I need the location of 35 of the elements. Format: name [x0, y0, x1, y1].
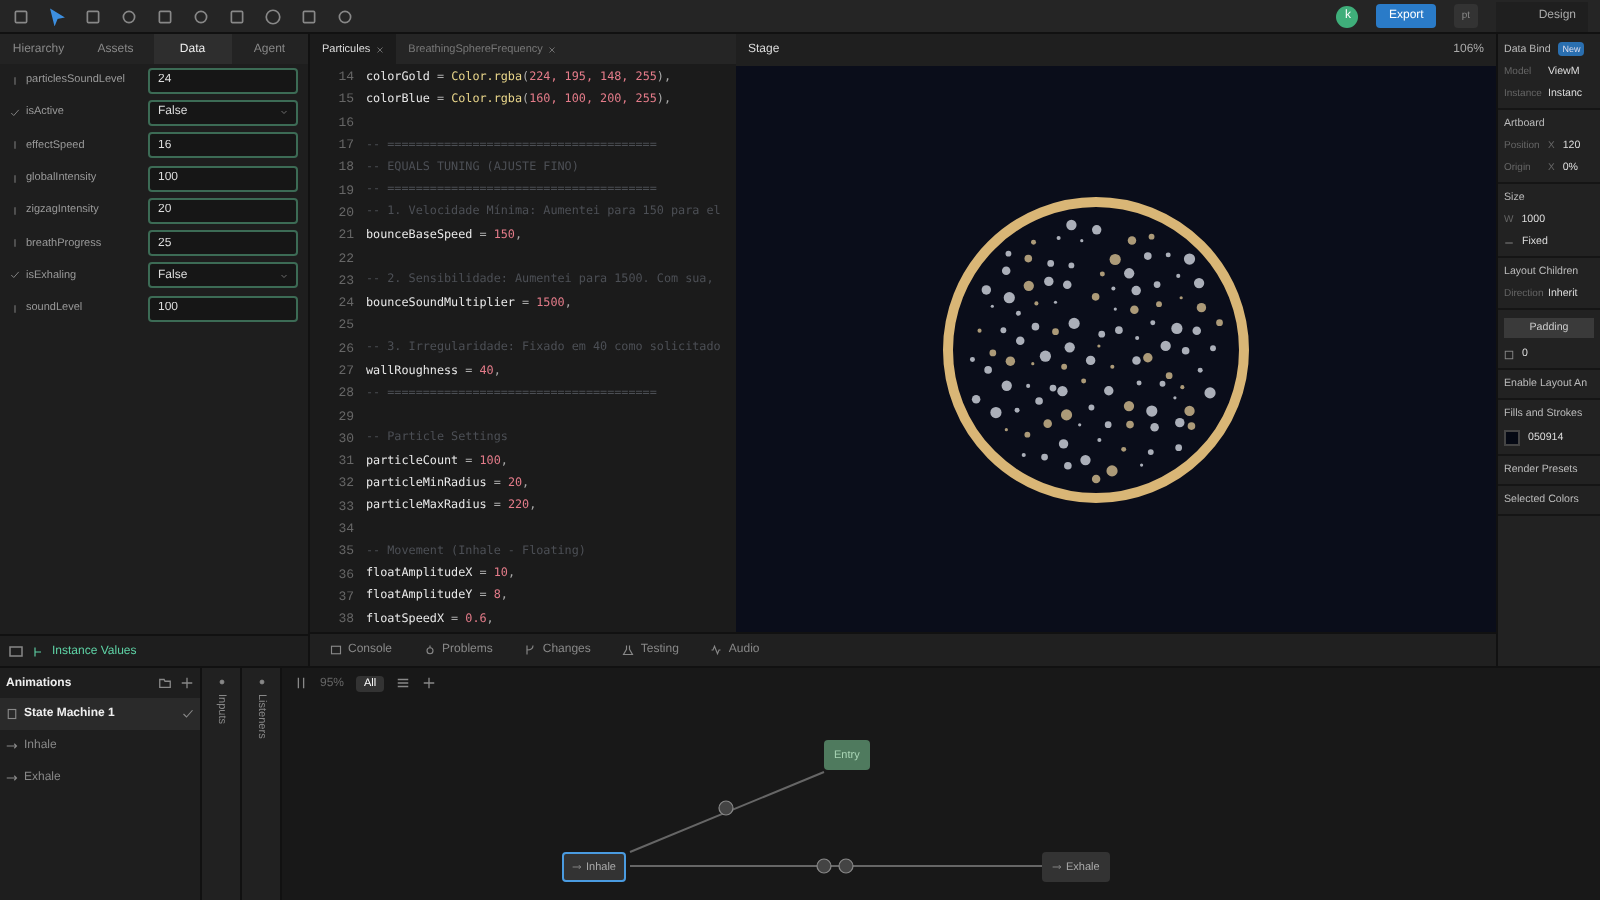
number-icon: [10, 75, 20, 86]
arrow-icon: [572, 862, 582, 872]
color-swatch[interactable]: [1504, 430, 1520, 446]
bug-icon: [424, 644, 437, 656]
check-icon: [10, 107, 20, 118]
number-icon: [10, 140, 20, 151]
tree-icon: [32, 645, 44, 657]
folder-icon: [158, 676, 172, 690]
branch-icon: [524, 644, 537, 656]
number-icon: [10, 173, 20, 184]
number-icon: [10, 238, 20, 249]
check-icon: [182, 708, 194, 720]
transition-marker[interactable]: [718, 800, 734, 816]
plus-icon: [180, 676, 194, 690]
transition-marker[interactable]: [838, 858, 854, 874]
list-icon: [396, 676, 411, 690]
close-icon: [376, 45, 385, 53]
audio-icon: [710, 644, 723, 656]
pointer-icon: [48, 7, 66, 25]
circle-icon: [264, 7, 282, 25]
plus-icon: [422, 676, 437, 690]
flask-icon: [622, 644, 635, 656]
check-icon: [10, 270, 20, 281]
monitor-icon: [8, 643, 24, 659]
dot-icon: [257, 678, 265, 686]
pause-icon: [294, 676, 308, 690]
number-icon: [10, 205, 20, 216]
transition-marker[interactable]: [816, 858, 832, 874]
dot-icon: [217, 678, 225, 686]
close-icon: [548, 45, 557, 53]
arrow-icon: [1052, 862, 1062, 872]
number-icon: [10, 303, 20, 314]
arrow-icon: [6, 740, 18, 752]
dash-icon: [1504, 237, 1514, 247]
arrow-icon: [6, 772, 18, 784]
